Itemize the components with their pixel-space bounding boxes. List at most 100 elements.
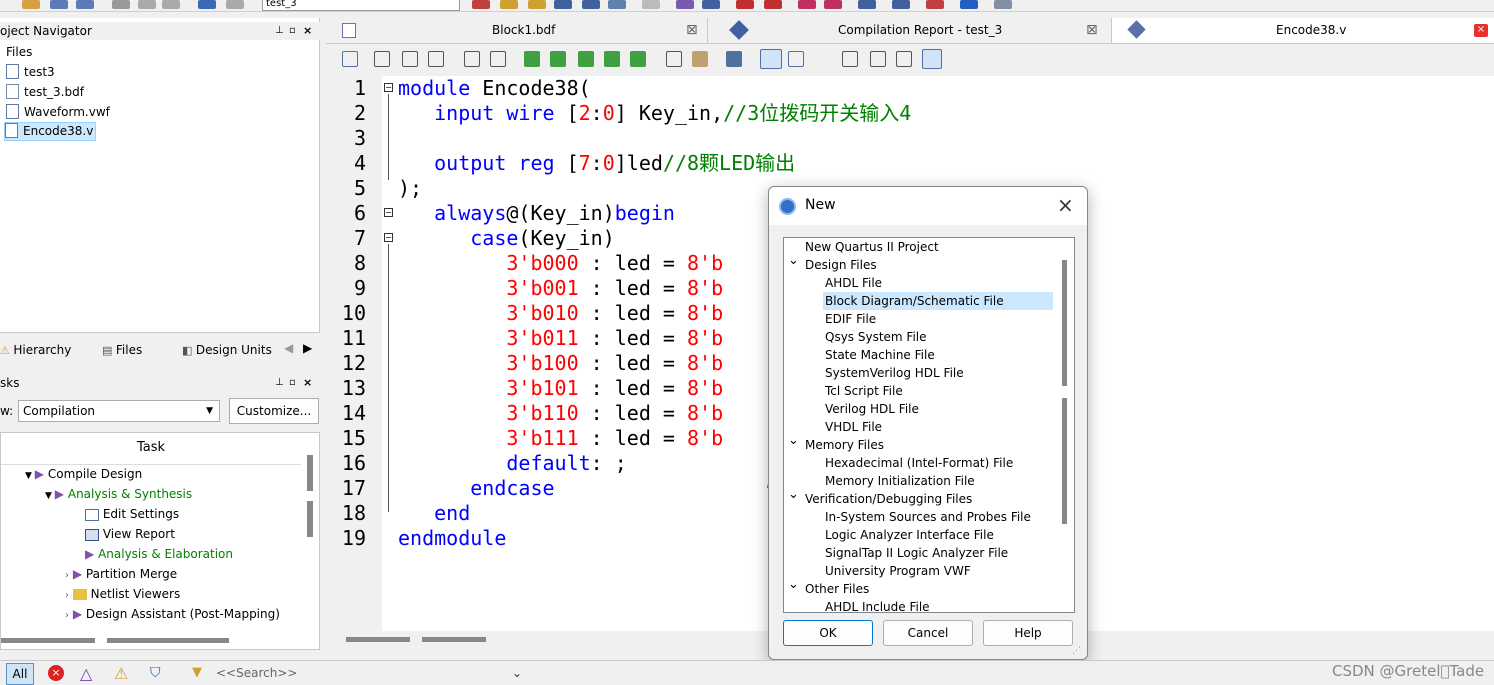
template-icon[interactable] <box>692 51 708 67</box>
tree-item[interactable]: EDIF File <box>823 310 876 328</box>
help-icon[interactable] <box>960 0 978 9</box>
warning-filter-icon[interactable]: ⚠ <box>114 664 128 683</box>
h-scrollbar-thumb[interactable] <box>107 638 229 643</box>
project-select[interactable]: test_3 <box>262 0 460 11</box>
close-tab-icon[interactable]: ⊠ <box>1086 18 1098 43</box>
tree-category[interactable]: Other Files <box>803 580 869 598</box>
find-icon[interactable] <box>374 51 390 67</box>
flow-select[interactable]: Compilation ▼ <box>18 400 220 422</box>
view2-icon[interactable] <box>896 51 912 67</box>
tree-item[interactable]: State Machine File <box>823 346 935 364</box>
insert-template-icon[interactable] <box>726 51 742 67</box>
customize-button[interactable]: Customize... <box>229 398 319 424</box>
netlist-icon[interactable] <box>798 0 816 9</box>
close-tab-icon[interactable]: × <box>1474 24 1488 37</box>
float-icon[interactable]: ▫ <box>289 22 296 40</box>
bookmark-icon[interactable] <box>524 51 540 67</box>
replace-icon[interactable] <box>402 51 418 67</box>
critical-warning-filter-icon[interactable]: △ <box>80 664 92 683</box>
tree-category[interactable]: Memory Files <box>803 436 884 454</box>
tree-item[interactable]: SystemVerilog HDL File <box>823 364 964 382</box>
tree-item-selected[interactable]: Block Diagram/Schematic File <box>823 292 1053 310</box>
open-icon[interactable] <box>22 0 40 9</box>
file-item[interactable]: Waveform.vwf <box>6 102 110 122</box>
tree-item[interactable]: Qsys System File <box>823 328 927 346</box>
fold-toggle-icon[interactable]: − <box>384 83 393 92</box>
synthesis-icon[interactable] <box>608 0 626 9</box>
scrollbar-thumb[interactable] <box>307 455 313 491</box>
tree-category[interactable]: New Quartus II Project <box>803 238 939 256</box>
tab-scroll-left-icon[interactable]: ◀ <box>284 341 293 355</box>
stop-icon[interactable] <box>642 0 660 9</box>
chevron-down-icon[interactable]: ⌄ <box>788 252 799 270</box>
copy-icon[interactable] <box>138 0 156 9</box>
tab-scroll-right-icon[interactable]: ▶ <box>303 341 312 355</box>
tree-item[interactable]: Hexadecimal (Intel-Format) File <box>823 454 1013 472</box>
fold-toggle-icon[interactable]: − <box>384 233 393 242</box>
file-item[interactable]: test3 <box>6 62 55 82</box>
task-row[interactable]: View Report <box>85 524 175 544</box>
close-icon[interactable]: × <box>303 22 312 40</box>
assignment-icon[interactable] <box>528 0 546 9</box>
v-scrollbar-thumb[interactable] <box>1062 260 1067 386</box>
ok-button[interactable]: OK <box>783 620 873 646</box>
view3-icon[interactable] <box>922 49 942 69</box>
float-icon[interactable]: ▫ <box>289 374 296 392</box>
suppress-filter-icon[interactable]: ⛉ <box>150 665 161 681</box>
save-icon[interactable] <box>50 0 68 9</box>
tree-item[interactable]: University Program VWF <box>823 562 971 580</box>
paste-icon[interactable] <box>162 0 180 9</box>
task-row[interactable]: ▶ Analysis & Elaboration <box>85 544 233 564</box>
attach-icon[interactable] <box>666 51 682 67</box>
resize-grip-icon[interactable]: ⋰ <box>1072 646 1081 656</box>
chevron-down-icon[interactable]: ⌄ <box>788 432 799 450</box>
task-row[interactable]: › Netlist Viewers <box>65 584 180 604</box>
analysis-icon[interactable] <box>582 0 600 9</box>
save-all-icon[interactable] <box>76 0 94 9</box>
task-row[interactable]: › ▶ Partition Merge <box>65 564 177 584</box>
timing2-icon[interactable] <box>764 0 782 9</box>
tree-item[interactable]: VHDL File <box>823 418 882 436</box>
h-scrollbar-thumb[interactable] <box>1 638 95 643</box>
file-item[interactable]: test_3.bdf <box>6 82 84 102</box>
redo-icon[interactable] <box>226 0 244 9</box>
close-icon[interactable]: × <box>303 374 312 392</box>
tab-compilation-report[interactable]: Compilation Report - test_3 ⊠ <box>708 18 1112 43</box>
netlist2-icon[interactable] <box>824 0 842 9</box>
close-icon[interactable]: × <box>1057 193 1074 217</box>
tree-item[interactable]: Tcl Script File <box>823 382 903 400</box>
bookmark-clear-icon[interactable] <box>604 51 620 67</box>
bookmark-next-icon[interactable] <box>550 51 566 67</box>
programmer-icon[interactable] <box>858 0 876 9</box>
start-icon[interactable] <box>676 0 694 9</box>
tree-item[interactable]: Logic Analyzer Interface File <box>823 526 994 544</box>
bookmark-clear-all-icon[interactable] <box>630 51 646 67</box>
programmer2-icon[interactable] <box>892 0 910 9</box>
tree-category[interactable]: Design Files <box>803 256 877 274</box>
help-button[interactable]: Help <box>983 620 1073 646</box>
scrollbar-thumb[interactable] <box>307 501 313 537</box>
chevron-down-icon[interactable]: ⌄ <box>788 576 799 594</box>
timing-icon[interactable] <box>736 0 754 9</box>
close-tab-icon[interactable]: ⊠ <box>686 18 698 43</box>
pin-icon[interactable]: ⊥ <box>275 22 284 40</box>
indent-icon[interactable] <box>464 51 480 67</box>
tree-item[interactable]: AHDL Include File <box>823 598 930 616</box>
tree-item[interactable]: SignalTap II Logic Analyzer File <box>823 544 1008 562</box>
line-numbers-icon[interactable] <box>760 49 782 69</box>
editor-tool-icon[interactable] <box>342 51 358 67</box>
tab-block1[interactable]: Block1.bdf ⊠ <box>326 18 708 43</box>
chip-icon[interactable] <box>926 0 944 9</box>
message-search-input[interactable]: <<Search>> ⌄ <box>210 663 526 685</box>
view-icon[interactable] <box>870 51 886 67</box>
tree-item[interactable]: Memory Initialization File <box>823 472 975 490</box>
tab-design-units[interactable]: ◧ Design Units <box>182 341 272 359</box>
file-item-selected[interactable]: Encode38.v <box>4 122 97 141</box>
pin-icon[interactable]: ⊥ <box>275 374 284 392</box>
task-row[interactable]: ▼ ▶ Compile Design <box>25 464 142 484</box>
tree-item[interactable]: Verilog HDL File <box>823 400 919 418</box>
task-row[interactable]: Edit Settings <box>85 504 179 524</box>
task-row[interactable]: ▼ ▶ Analysis & Synthesis <box>45 484 192 504</box>
h-scrollbar-thumb[interactable] <box>422 637 486 642</box>
tab-hierarchy[interactable]: ⚠ Hierarchy <box>0 341 71 359</box>
